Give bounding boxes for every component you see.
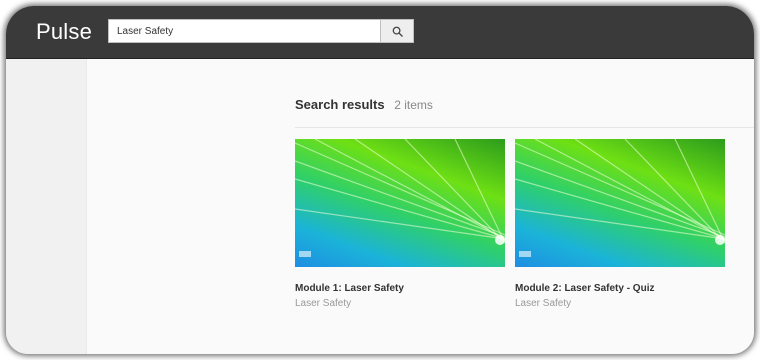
app-logo[interactable]: Pulse: [36, 19, 92, 45]
result-card-module-1[interactable]: Module 1: Laser Safety Laser Safety: [295, 139, 505, 309]
top-bar: Pulse: [6, 6, 754, 59]
result-title[interactable]: Module 1: Laser Safety: [295, 283, 505, 294]
result-card-module-2[interactable]: Module 2: Laser Safety - Quiz Laser Safe…: [515, 139, 725, 309]
results-header: Search results 2 items: [295, 97, 433, 112]
search-button[interactable]: [380, 19, 414, 43]
results-divider: [295, 127, 754, 128]
search-bar: [108, 19, 414, 43]
result-thumbnail[interactable]: [515, 139, 725, 267]
results-count: 2 items: [394, 98, 433, 112]
search-icon: [392, 26, 403, 37]
result-title[interactable]: Module 2: Laser Safety - Quiz: [515, 283, 725, 294]
result-subtitle: Laser Safety: [515, 298, 572, 309]
search-input[interactable]: [108, 19, 380, 43]
laser-image: [295, 139, 505, 257]
main-content: Search results 2 items Module 1: Laser S…: [87, 59, 754, 354]
sidebar: [6, 59, 87, 354]
result-subtitle: Laser Safety: [295, 298, 352, 309]
app-window: Pulse Search results 2 items: [6, 6, 754, 354]
result-thumbnail[interactable]: [295, 139, 505, 267]
results-title: Search results: [295, 97, 385, 112]
laser-image: [515, 139, 725, 257]
